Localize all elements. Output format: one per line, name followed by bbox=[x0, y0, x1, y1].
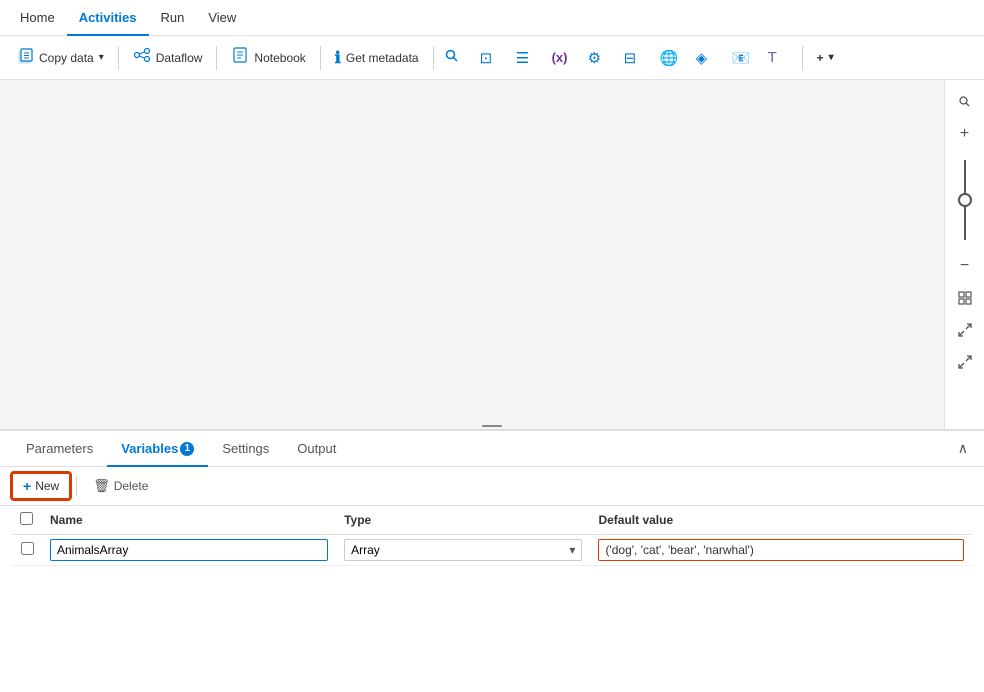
share-button[interactable]: ◈ bbox=[692, 45, 724, 71]
tab-settings[interactable]: Settings bbox=[208, 431, 283, 467]
monitor-icon: ⊟ bbox=[624, 49, 637, 67]
delete-variable-button[interactable]: 🗑 Delete bbox=[83, 474, 158, 498]
row-checkbox-cell[interactable] bbox=[12, 535, 42, 566]
canvas-controls: + − bbox=[944, 80, 984, 429]
zoom-track bbox=[964, 160, 966, 240]
menu-item-home[interactable]: Home bbox=[8, 0, 67, 36]
zoom-in-icon: + bbox=[960, 125, 969, 143]
get-metadata-icon: ℹ bbox=[335, 48, 341, 68]
teams-icon: T bbox=[768, 49, 777, 66]
zoom-out-button[interactable]: − bbox=[949, 252, 981, 280]
select-all-checkbox[interactable] bbox=[20, 512, 33, 525]
collapse-line bbox=[482, 425, 502, 427]
outlook-button[interactable]: 📧 bbox=[728, 45, 760, 71]
tab-variables[interactable]: Variables1 bbox=[107, 431, 208, 467]
delete-button-label: Delete bbox=[114, 479, 149, 493]
bottom-panel: Parameters Variables1 Settings Output ∧ … bbox=[0, 430, 984, 692]
select-dropdown-icon: ▾ bbox=[569, 543, 575, 557]
activities-icon: ⊡ bbox=[480, 49, 493, 67]
tab-output[interactable]: Output bbox=[283, 431, 350, 467]
copy-data-dropdown-icon: ▾ bbox=[99, 52, 104, 63]
search-toolbar-button[interactable] bbox=[440, 44, 472, 71]
pipeline-button[interactable]: ⚙ bbox=[584, 45, 616, 71]
more-button[interactable]: + ▾ bbox=[809, 47, 842, 69]
notebook-button[interactable]: Notebook bbox=[223, 42, 313, 73]
default-value-cell bbox=[590, 535, 972, 566]
monitor-button[interactable]: ⊟ bbox=[620, 45, 652, 71]
activities-toolbar-button[interactable]: ⊡ bbox=[476, 45, 508, 71]
get-metadata-button[interactable]: ℹ Get metadata bbox=[327, 44, 427, 72]
name-input[interactable] bbox=[50, 539, 328, 561]
menu-item-view[interactable]: View bbox=[196, 0, 248, 36]
search-toolbar-icon bbox=[444, 48, 460, 67]
tabs-row: Parameters Variables1 Settings Output ∧ bbox=[0, 431, 984, 467]
row-checkbox[interactable] bbox=[21, 542, 34, 555]
notebook-icon bbox=[231, 46, 249, 69]
copy-data-button[interactable]: Copy data ▾ bbox=[8, 42, 112, 73]
tab-parameters[interactable]: Parameters bbox=[12, 431, 107, 467]
panel-collapse-button[interactable]: ∧ bbox=[954, 436, 972, 461]
table-row: Array String Integer Float Boolean Objec… bbox=[12, 535, 972, 566]
toolbar: Copy data ▾ Dataflow Notebook ℹ Get meta… bbox=[0, 36, 984, 80]
variables-table-container: Name Type Default value bbox=[0, 506, 984, 566]
globe-button[interactable]: 🌐 bbox=[656, 45, 688, 71]
toolbar-sep-3 bbox=[320, 46, 321, 70]
default-value-column-header: Default value bbox=[590, 506, 972, 535]
collapse-view-button[interactable] bbox=[949, 348, 981, 376]
dataflow-button[interactable]: Dataflow bbox=[125, 42, 211, 73]
share-icon: ◈ bbox=[696, 49, 708, 67]
new-plus-icon: + bbox=[23, 478, 31, 494]
more-icon: + bbox=[817, 51, 824, 65]
notebook-label: Notebook bbox=[254, 51, 305, 65]
type-cell: Array String Integer Float Boolean Objec… bbox=[336, 535, 590, 566]
tabs-left: Parameters Variables1 Settings Output bbox=[12, 431, 350, 467]
var-toolbar-separator bbox=[76, 476, 77, 496]
menu-item-run[interactable]: Run bbox=[149, 0, 197, 36]
expand-button[interactable] bbox=[949, 316, 981, 344]
zoom-slider[interactable] bbox=[964, 156, 966, 244]
var-toolbar: + New 🗑 Delete bbox=[0, 467, 984, 506]
copy-data-label: Copy data bbox=[39, 51, 94, 65]
get-metadata-label: Get metadata bbox=[346, 51, 419, 65]
zoom-thumb bbox=[958, 193, 972, 207]
globe-icon: 🌐 bbox=[660, 49, 679, 67]
variables-badge: 1 bbox=[180, 442, 194, 456]
menu-item-activities[interactable]: Activities bbox=[67, 0, 149, 36]
type-select-wrapper[interactable]: Array String Integer Float Boolean Objec… bbox=[344, 539, 582, 561]
toolbar-sep-4 bbox=[433, 46, 434, 70]
canvas-search-button[interactable] bbox=[949, 88, 981, 116]
more-dropdown-icon: ▾ bbox=[829, 52, 834, 63]
zoom-in-button[interactable]: + bbox=[949, 120, 981, 148]
zoom-out-icon: − bbox=[960, 257, 969, 275]
type-select[interactable]: Array String Integer Float Boolean Objec… bbox=[351, 543, 565, 557]
name-cell bbox=[42, 535, 336, 566]
collapse-handle[interactable] bbox=[472, 423, 512, 429]
fit-to-screen-button[interactable] bbox=[949, 284, 981, 312]
list-toolbar-button[interactable]: ☰ bbox=[512, 45, 544, 71]
copy-data-icon bbox=[16, 46, 34, 69]
variables-table: Name Type Default value bbox=[12, 506, 972, 566]
new-button-label: New bbox=[35, 479, 59, 493]
expression-icon: (x) bbox=[552, 50, 568, 65]
default-value-input[interactable] bbox=[598, 539, 964, 561]
new-variable-button[interactable]: + New bbox=[12, 473, 70, 499]
teams-button[interactable]: T bbox=[764, 45, 796, 70]
type-column-header: Type bbox=[336, 506, 590, 535]
dataflow-label: Dataflow bbox=[156, 51, 203, 65]
menu-bar: Home Activities Run View bbox=[0, 0, 984, 36]
select-all-checkbox-header[interactable] bbox=[12, 506, 42, 535]
pipeline-icon: ⚙ bbox=[588, 49, 601, 67]
canvas-area[interactable]: + − bbox=[0, 80, 984, 430]
toolbar-sep-1 bbox=[118, 46, 119, 70]
dataflow-icon bbox=[133, 46, 151, 69]
delete-icon: 🗑 bbox=[93, 478, 110, 494]
toolbar-sep-5 bbox=[802, 46, 803, 70]
list-icon: ☰ bbox=[516, 49, 529, 67]
toolbar-sep-2 bbox=[216, 46, 217, 70]
name-column-header: Name bbox=[42, 506, 336, 535]
outlook-icon: 📧 bbox=[732, 49, 751, 67]
expression-button[interactable]: (x) bbox=[548, 46, 580, 69]
